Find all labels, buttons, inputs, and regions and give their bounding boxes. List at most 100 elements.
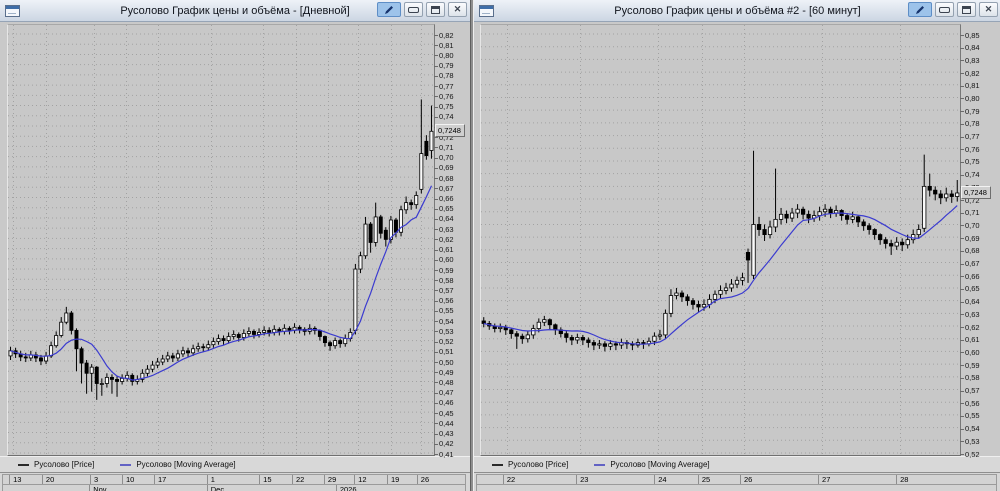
y-tick bbox=[434, 158, 438, 159]
time-axis[interactable]: 22232425262728 bbox=[474, 472, 1000, 491]
y-tick bbox=[434, 137, 438, 138]
chart-legend: Русолово [Price] Русолово [Moving Averag… bbox=[474, 456, 1000, 472]
y-tick-label: 0,65 bbox=[439, 204, 454, 213]
y-tick-label: 0,62 bbox=[965, 323, 980, 332]
y-tick bbox=[434, 434, 438, 435]
current-price-tag: 0,7248 bbox=[435, 124, 465, 137]
time-axis[interactable]: 1320310171152229121926 NovDec2026 bbox=[0, 472, 470, 491]
maximize-icon bbox=[962, 6, 971, 14]
y-tick-label: 0,54 bbox=[439, 317, 454, 326]
draw-tool-button[interactable] bbox=[908, 2, 932, 17]
y-tick-label: 0,59 bbox=[965, 361, 980, 370]
time-axis-label: 23 bbox=[580, 475, 588, 484]
time-axis-divider bbox=[207, 475, 208, 484]
time-axis-label: 17 bbox=[158, 475, 166, 484]
time-axis-label: 22 bbox=[296, 475, 304, 484]
y-tick bbox=[960, 454, 964, 455]
y-tick-label: 0,56 bbox=[965, 399, 980, 408]
y-tick bbox=[960, 403, 964, 404]
y-tick-label: 0,42 bbox=[439, 439, 454, 448]
y-tick-label: 0,70 bbox=[439, 153, 454, 162]
y-tick bbox=[960, 238, 964, 239]
titlebar[interactable]: Русолово График цены и объёма - [Дневной… bbox=[0, 0, 470, 22]
y-tick bbox=[960, 276, 964, 277]
y-tick-label: 0,53 bbox=[965, 437, 980, 446]
y-tick-label: 0,77 bbox=[439, 82, 454, 91]
maximize-button[interactable] bbox=[957, 2, 976, 17]
y-tick bbox=[434, 35, 438, 36]
y-tick-label: 0,57 bbox=[439, 286, 454, 295]
time-axis-divider bbox=[292, 475, 293, 484]
y-tick-label: 0,61 bbox=[965, 335, 980, 344]
titlebar[interactable]: Русолово График цены и объёма #2 - [60 м… bbox=[474, 0, 1000, 22]
time-axis-divider bbox=[417, 475, 418, 484]
y-tick bbox=[434, 55, 438, 56]
y-tick bbox=[434, 250, 438, 251]
time-axis-label: 13 bbox=[13, 475, 21, 484]
minimize-button[interactable] bbox=[935, 2, 954, 17]
price-axis[interactable]: 0,820,810,800,790,780,770,760,750,740,73… bbox=[433, 24, 470, 456]
legend-item-ma: Русолово [Moving Average] bbox=[120, 460, 235, 469]
y-tick-label: 0,74 bbox=[439, 112, 454, 121]
price-axis[interactable]: 0,850,840,830,820,810,800,790,780,770,76… bbox=[959, 24, 1000, 456]
y-tick bbox=[434, 96, 438, 97]
time-axis-divider bbox=[259, 475, 260, 484]
y-tick bbox=[434, 352, 438, 353]
y-tick-label: 0,47 bbox=[439, 388, 454, 397]
y-tick bbox=[434, 413, 438, 414]
y-tick-label: 0,63 bbox=[965, 310, 980, 319]
y-tick-label: 0,66 bbox=[965, 272, 980, 281]
chart-window-hourly: Русолово График цены и объёма #2 - [60 м… bbox=[473, 0, 1000, 491]
y-tick-label: 0,58 bbox=[439, 276, 454, 285]
time-axis-label: 19 bbox=[391, 475, 399, 484]
time-axis-months[interactable]: NovDec2026 bbox=[2, 484, 466, 491]
legend-label: Русолово [Price] bbox=[508, 460, 568, 469]
y-tick bbox=[960, 391, 964, 392]
y-tick-label: 0,80 bbox=[965, 94, 980, 103]
y-tick-label: 0,56 bbox=[439, 296, 454, 305]
close-button[interactable]: ✕ bbox=[979, 2, 998, 17]
time-axis-divider bbox=[89, 485, 90, 491]
draw-tool-button[interactable] bbox=[377, 2, 401, 17]
y-tick-label: 0,55 bbox=[439, 306, 454, 315]
y-tick bbox=[434, 270, 438, 271]
time-axis-label: Nov bbox=[93, 485, 106, 491]
maximize-icon bbox=[431, 6, 440, 14]
y-tick-label: 0,75 bbox=[965, 157, 980, 166]
y-tick-label: 0,69 bbox=[965, 234, 980, 243]
y-tick-label: 0,66 bbox=[439, 194, 454, 203]
y-tick bbox=[960, 98, 964, 99]
y-tick-label: 0,71 bbox=[965, 208, 980, 217]
pencil-icon bbox=[914, 4, 926, 16]
y-tick-label: 0,76 bbox=[965, 145, 980, 154]
time-axis-months[interactable] bbox=[476, 484, 997, 491]
y-tick bbox=[960, 302, 964, 303]
y-tick bbox=[434, 301, 438, 302]
y-tick bbox=[434, 239, 438, 240]
y-tick-label: 0,83 bbox=[965, 56, 980, 65]
time-axis-label: 27 bbox=[822, 475, 830, 484]
maximize-button[interactable] bbox=[426, 2, 445, 17]
y-tick bbox=[960, 365, 964, 366]
y-tick-label: 0,78 bbox=[439, 71, 454, 80]
time-axis-divider bbox=[740, 475, 741, 484]
y-tick-label: 0,46 bbox=[439, 398, 454, 407]
candlestick-chart[interactable] bbox=[7, 24, 435, 456]
candlestick-chart[interactable] bbox=[480, 24, 961, 456]
y-tick bbox=[960, 378, 964, 379]
y-tick bbox=[434, 444, 438, 445]
y-tick bbox=[434, 372, 438, 373]
chart-legend: Русолово [Price] Русолово [Moving Averag… bbox=[0, 456, 470, 472]
y-tick bbox=[960, 251, 964, 252]
chart-window-daily: Русолово График цены и объёма - [Дневной… bbox=[0, 0, 471, 491]
minimize-button[interactable] bbox=[404, 2, 423, 17]
y-tick bbox=[434, 423, 438, 424]
y-tick bbox=[960, 289, 964, 290]
y-tick bbox=[434, 86, 438, 87]
time-axis-divider bbox=[503, 475, 504, 484]
close-button[interactable]: ✕ bbox=[448, 2, 467, 17]
y-tick-label: 0,85 bbox=[965, 31, 980, 40]
y-tick bbox=[434, 229, 438, 230]
time-axis-label: 24 bbox=[658, 475, 666, 484]
y-tick bbox=[434, 393, 438, 394]
